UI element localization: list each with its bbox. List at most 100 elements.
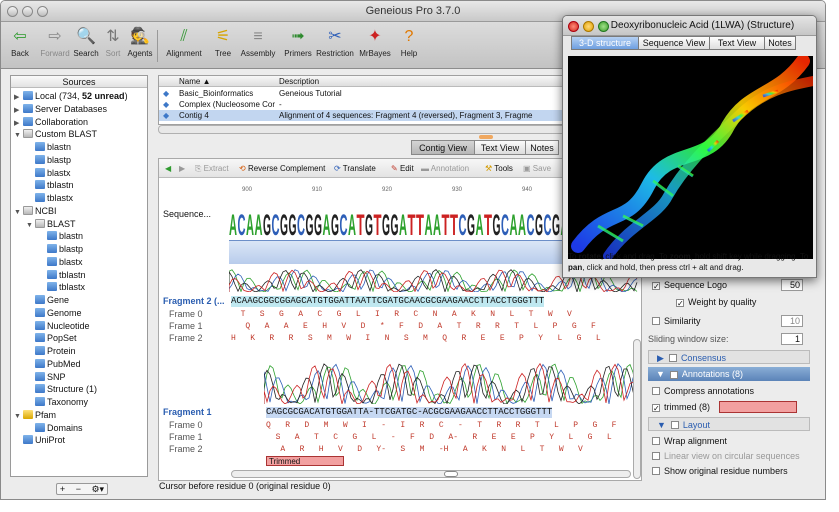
- tab-notes[interactable]: Notes: [764, 36, 796, 50]
- trimmed-color-swatch[interactable]: [719, 401, 797, 413]
- source-item[interactable]: blastx: [38, 256, 83, 268]
- restriction-button[interactable]: ✂ Restriction: [316, 25, 354, 65]
- source-item[interactable]: ▼ NCBI: [14, 205, 57, 217]
- column-header-description[interactable]: Description: [279, 76, 319, 87]
- source-item[interactable]: blastn: [26, 141, 71, 153]
- disclosure-triangle-icon[interactable]: ▼: [26, 220, 35, 232]
- source-item[interactable]: Protein: [26, 345, 76, 357]
- linear-view-option[interactable]: Linear view on circular sequences: [652, 450, 800, 462]
- checkbox-icon[interactable]: [668, 354, 677, 362]
- back-button[interactable]: ⇦ Back: [5, 25, 35, 65]
- checkbox-checked-icon[interactable]: ✓: [676, 299, 684, 308]
- minimize-window-button[interactable]: [22, 6, 33, 17]
- compress-annotations-option[interactable]: Compress annotations: [652, 385, 754, 397]
- wrap-alignment-option[interactable]: Wrap alignment: [652, 435, 727, 447]
- tab-text-view[interactable]: Text View: [709, 36, 765, 50]
- zoom-window-button[interactable]: [598, 21, 609, 32]
- edit-button[interactable]: ✎ Edit: [391, 163, 414, 174]
- translate-button[interactable]: ⟳ Translate: [334, 163, 376, 174]
- source-item[interactable]: tblastx: [38, 281, 85, 293]
- source-item[interactable]: ▶ Local (734, 52 unread): [14, 90, 128, 102]
- similarity-option[interactable]: Similarity: [652, 315, 701, 327]
- layout-section[interactable]: ▼ Layout: [648, 417, 810, 431]
- source-item[interactable]: ▶ Server Databases: [14, 103, 107, 115]
- tab-sequence-view[interactable]: Sequence View: [638, 36, 710, 50]
- sequence-logo-option[interactable]: ✓ Sequence Logo: [652, 279, 727, 291]
- mrbayes-button[interactable]: ✦ MrBayes: [356, 25, 394, 65]
- vertical-scrollbar[interactable]: [633, 339, 641, 479]
- sort-button[interactable]: ⇅ Sort: [102, 25, 124, 65]
- source-item[interactable]: blastn: [38, 230, 83, 242]
- annotation-button[interactable]: ▬ Annotation: [421, 163, 469, 174]
- tab-3-d-structure[interactable]: 3-D structure: [571, 36, 639, 50]
- source-item[interactable]: tblastn: [38, 269, 86, 281]
- search-button[interactable]: 🔍 Search: [72, 25, 100, 65]
- tab-notes[interactable]: Notes: [525, 140, 559, 155]
- horizontal-scrollbar[interactable]: [231, 470, 631, 478]
- source-item[interactable]: Domains: [26, 422, 83, 434]
- close-window-button[interactable]: [568, 21, 579, 32]
- source-item[interactable]: ▼ BLAST: [26, 218, 76, 230]
- assembly-button[interactable]: ≡ Assembly: [238, 25, 278, 65]
- disclosure-triangle-icon[interactable]: ▼: [14, 207, 23, 219]
- consensus-section[interactable]: ▶ Consensus: [648, 350, 810, 364]
- add-source-button[interactable]: +: [60, 484, 65, 494]
- trimmed-annotation[interactable]: Trimmed: [266, 456, 344, 466]
- source-item[interactable]: tblastx: [26, 192, 73, 204]
- table-row[interactable]: ◆ Complex (Nucleosome Core...-: [159, 99, 597, 110]
- source-item[interactable]: ▶ Collaboration: [14, 116, 88, 128]
- primers-button[interactable]: ➟ Primers: [282, 25, 314, 65]
- scroll-thumb[interactable]: [444, 471, 458, 477]
- gear-menu-button[interactable]: ⚙▾: [91, 484, 104, 494]
- reverse-complement-button[interactable]: ⟲ Reverse Complement: [239, 163, 325, 174]
- alignment-button[interactable]: ⫽ Alignment: [163, 25, 205, 65]
- sequence-logo-spinner[interactable]: 50: [781, 279, 803, 291]
- sliding-window-spinner[interactable]: 1: [781, 333, 803, 345]
- checkbox-icon[interactable]: [652, 387, 660, 395]
- source-item[interactable]: tblastn: [26, 179, 74, 191]
- tab-contig-view[interactable]: Contig View: [411, 140, 475, 155]
- tab-text-view[interactable]: Text View: [474, 140, 526, 155]
- trimmed-annotation-option[interactable]: ✓ trimmed (8): [652, 401, 710, 413]
- source-item[interactable]: blastx: [26, 167, 71, 179]
- horizontal-scrollbar[interactable]: [158, 125, 598, 134]
- disclosure-triangle-icon[interactable]: ▼: [14, 411, 23, 423]
- close-window-button[interactable]: [7, 6, 18, 17]
- agents-button[interactable]: 🕵 Agents: [125, 25, 155, 65]
- split-handle[interactable]: [479, 135, 493, 139]
- back-arrow-icon[interactable]: ◀: [165, 163, 171, 174]
- annotations-section[interactable]: ▼ ✓ Annotations (8): [648, 367, 810, 381]
- source-item[interactable]: PubMed: [26, 358, 81, 370]
- disclosure-triangle-icon[interactable]: ▼: [14, 130, 23, 142]
- source-item[interactable]: Genome: [26, 307, 82, 319]
- source-item[interactable]: Structure (1): [26, 383, 97, 395]
- weight-by-quality-option[interactable]: ✓ Weight by quality: [676, 296, 756, 308]
- table-row[interactable]: ◆ Basic_Bioinformatics Geneious Tutorial: [159, 88, 597, 99]
- source-item[interactable]: Taxonomy: [26, 396, 88, 408]
- show-original-residue-option[interactable]: Show original residue numbers: [652, 465, 788, 477]
- checkbox-checked-icon[interactable]: ✓: [669, 371, 678, 380]
- source-item[interactable]: Nucleotide: [26, 320, 90, 332]
- source-item[interactable]: PopSet: [26, 332, 77, 344]
- source-item[interactable]: ▼ Pfam: [14, 409, 56, 421]
- source-item[interactable]: ▼ Custom BLAST: [14, 128, 97, 140]
- forward-arrow-icon[interactable]: ▶: [179, 163, 185, 174]
- checkbox-icon[interactable]: [652, 467, 660, 475]
- table-row[interactable]: ◆ Contig 4 Alignment of 4 sequences: Fragm…: [159, 110, 597, 121]
- extract-button[interactable]: ⎘ Extract: [195, 163, 229, 174]
- source-item[interactable]: blastp: [26, 154, 71, 166]
- remove-source-button[interactable]: −: [76, 484, 81, 494]
- tree-button[interactable]: ⚟ Tree: [209, 25, 237, 65]
- source-item[interactable]: SNP: [26, 371, 66, 383]
- checkbox-icon[interactable]: [652, 317, 660, 325]
- dna-3d-structure-view[interactable]: [568, 56, 813, 259]
- checkbox-icon[interactable]: [652, 437, 660, 445]
- checkbox-icon[interactable]: [652, 452, 660, 460]
- similarity-spinner[interactable]: 10: [781, 315, 803, 327]
- zoom-window-button[interactable]: [37, 6, 48, 17]
- tools-button[interactable]: ⚒ Tools: [485, 163, 513, 174]
- source-item[interactable]: Gene: [26, 294, 69, 306]
- checkbox-icon[interactable]: [670, 421, 679, 429]
- checkbox-checked-icon[interactable]: ✓: [652, 282, 660, 291]
- checkbox-checked-icon[interactable]: ✓: [652, 404, 660, 413]
